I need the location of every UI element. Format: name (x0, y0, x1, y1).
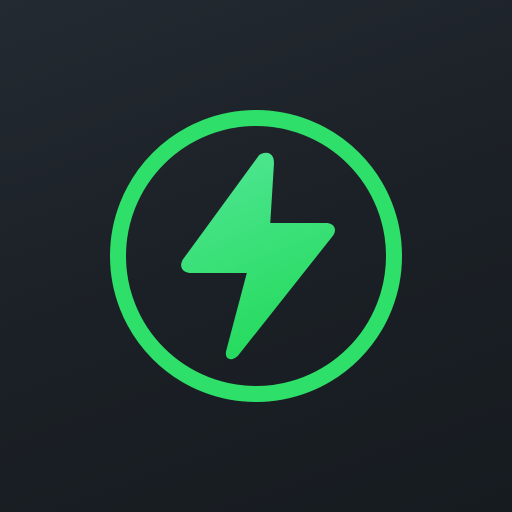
power-bolt-icon (110, 110, 402, 402)
lightning-bolt-icon (181, 152, 335, 360)
app-icon (0, 0, 512, 512)
